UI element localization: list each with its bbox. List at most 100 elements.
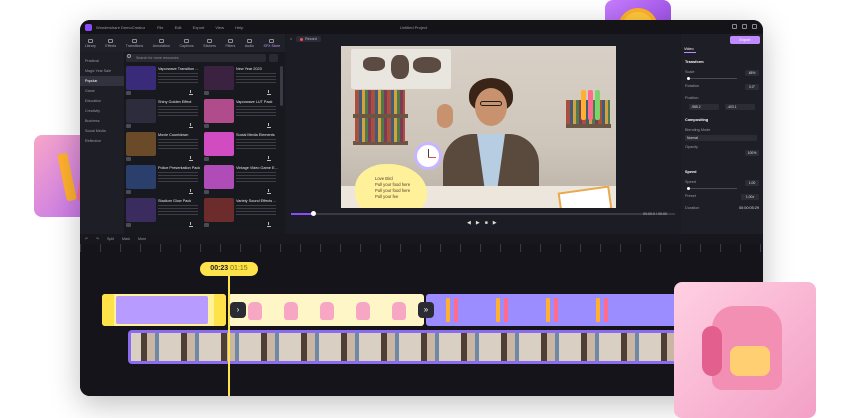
resource-thumbnail [204, 66, 234, 90]
search-input[interactable]: Search for more resources [126, 54, 266, 62]
alarm-clock-sticker[interactable] [414, 142, 442, 170]
record-dot-icon [300, 37, 304, 41]
resource-card[interactable]: New Year 2023 [204, 66, 278, 97]
resource-card[interactable]: Vaporwave LUT Pack [204, 99, 278, 130]
resource-card[interactable]: Shiny Golden Effect [126, 99, 200, 130]
home-icon[interactable]: ⌂ [290, 37, 292, 41]
download-icon[interactable] [267, 123, 271, 128]
filter-button[interactable] [269, 54, 278, 62]
sidebar-item-creativity[interactable]: Creativity [80, 106, 124, 116]
play-icon[interactable]: ▶ [476, 220, 480, 226]
maximize-icon[interactable] [742, 24, 747, 29]
download-icon[interactable] [189, 90, 193, 95]
timeline-ruler[interactable] [80, 244, 763, 252]
menu-export[interactable]: Export [193, 25, 205, 30]
split-button[interactable]: Split [107, 237, 114, 241]
playhead-time[interactable]: 00:23 01:15 [200, 262, 258, 276]
sidebar-item-practical[interactable]: Practical [80, 56, 124, 66]
clip-trim-left[interactable] [102, 294, 114, 326]
progress-handle[interactable] [311, 211, 316, 216]
menu-file[interactable]: File [157, 25, 163, 30]
tab-captions[interactable]: Captions [179, 38, 194, 48]
menu-edit[interactable]: Edit [175, 25, 182, 30]
sidebar-item-education[interactable]: Education [80, 96, 124, 106]
sidebar-item-magic-year-sale[interactable]: Magic Year Sale [80, 66, 124, 76]
resource-tag [204, 157, 209, 161]
download-icon[interactable] [267, 90, 271, 95]
tab-stickers[interactable]: Stickers [203, 38, 216, 48]
sidebar-item-game[interactable]: Game [80, 86, 124, 96]
video-track[interactable] [128, 330, 688, 364]
tab-filters[interactable]: Filters [225, 38, 235, 48]
resource-tag [204, 190, 209, 194]
next-frame-icon[interactable]: ▶ [493, 220, 497, 226]
resource-card[interactable]: Vaporwave Transition ... [126, 66, 200, 97]
more-button[interactable]: More [138, 237, 146, 241]
tab-video[interactable]: Video [684, 47, 696, 53]
transition-icon[interactable]: » [418, 302, 434, 318]
tab-annotation[interactable]: Annotation [153, 38, 170, 48]
clip-pencils[interactable] [426, 294, 686, 326]
download-icon[interactable] [267, 222, 271, 227]
tab-transitions[interactable]: Transitions [126, 38, 143, 48]
sidebar-item-reflection[interactable]: Reflection [80, 136, 124, 146]
download-icon[interactable] [189, 156, 193, 161]
mark-button[interactable]: Mark [122, 237, 130, 241]
playback-progress[interactable] [291, 211, 675, 216]
resource-card[interactable]: Stadium Glow Pack [126, 198, 200, 229]
preset-select[interactable]: 1.00x [741, 194, 759, 200]
menu-view[interactable]: View [215, 25, 224, 30]
duration-value[interactable]: 00:00:05:29 [739, 206, 759, 210]
redo-icon[interactable]: ↷ [96, 237, 99, 241]
transition-icon[interactable]: › [230, 302, 246, 318]
download-icon[interactable] [189, 222, 193, 227]
playhead[interactable] [228, 276, 230, 396]
resource-card[interactable]: Vintage Video Game E... [204, 165, 278, 196]
resource-name: Vintage Video Game E... [236, 166, 278, 170]
tab-library[interactable]: Library [85, 38, 96, 48]
download-icon[interactable] [189, 123, 193, 128]
sidebar-item-business[interactable]: Business [80, 116, 124, 126]
resource-card[interactable]: Movie Countdown [126, 132, 200, 163]
sidebar-item-popular[interactable]: Popular [80, 76, 124, 86]
tab-effects[interactable]: Effects [105, 38, 116, 48]
tab-audio[interactable]: Audio [245, 38, 254, 48]
compositing-section[interactable]: Compositing [685, 118, 708, 122]
sidebar-item-social-media[interactable]: Social Media [80, 126, 124, 136]
video-canvas[interactable]: Love Bird Pull your food here Pull your … [341, 46, 616, 208]
resource-card[interactable]: Social Media Elements [204, 132, 278, 163]
prev-frame-icon[interactable]: ◀ [467, 220, 471, 226]
menu-help[interactable]: Help [235, 25, 243, 30]
resource-card[interactable]: Variety Sound Effects ... [204, 198, 278, 229]
download-icon[interactable] [189, 189, 193, 194]
position-y-field[interactable]: -403.1 [725, 104, 755, 110]
scale-label: Scale [685, 70, 695, 74]
clip-backpacks[interactable] [228, 294, 424, 326]
undo-icon[interactable]: ↶ [85, 237, 88, 241]
window-controls [732, 24, 757, 29]
close-icon[interactable] [752, 24, 757, 29]
minimize-icon[interactable] [732, 24, 737, 29]
editor-window: Wondershare DemoCreator File Edit Export… [80, 20, 763, 396]
record-button[interactable]: Record [296, 36, 321, 42]
speed-section[interactable]: Speed [685, 170, 696, 174]
download-icon[interactable] [267, 189, 271, 194]
library-scrollbar[interactable] [280, 66, 283, 106]
scale-slider[interactable] [687, 77, 737, 80]
download-icon[interactable] [267, 156, 271, 161]
transform-section[interactable]: Transform [685, 60, 704, 64]
clip-selected[interactable] [102, 294, 226, 326]
speech-bubble-sticker[interactable]: Love Bird Pull your food here Pull your … [355, 164, 427, 208]
speed-value[interactable]: 1.00 [745, 180, 759, 186]
export-button[interactable]: Export [730, 36, 760, 44]
position-x-field[interactable]: -985.2 [689, 104, 719, 110]
stop-icon[interactable]: ■ [485, 220, 488, 226]
scale-value[interactable]: 48% [745, 70, 759, 76]
tab-sfx-store[interactable]: SFX Store [264, 38, 280, 48]
blending-select[interactable]: Normal [685, 135, 757, 141]
rotation-value[interactable]: 0.0° [745, 84, 759, 90]
speed-slider[interactable] [687, 187, 737, 190]
opacity-value[interactable]: 100% [745, 150, 759, 156]
resource-card[interactable]: Police Presentation Pack [126, 165, 200, 196]
clip-trim-right[interactable] [214, 294, 226, 326]
